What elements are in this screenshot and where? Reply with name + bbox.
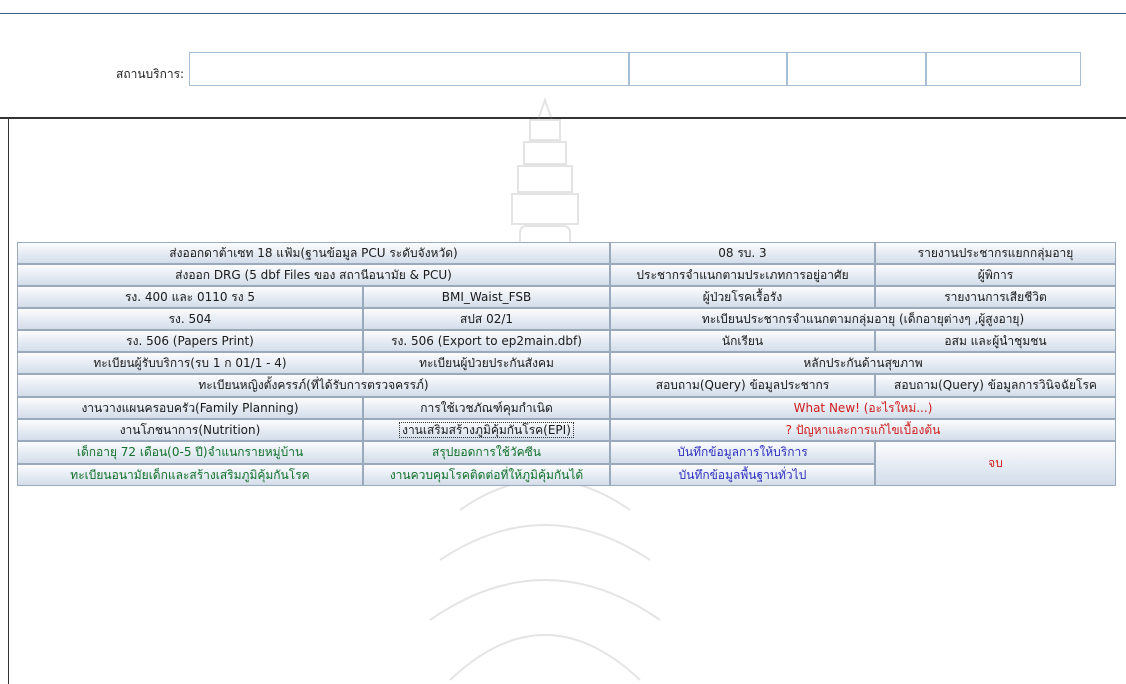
button-label: ประชากรจำแนกตามประเภทการอยู่อาศัย	[636, 268, 849, 282]
button-label: เด็กอายุ 72 เดือน(0-5 ปี)จำแนกรายหมู่บ้า…	[76, 445, 304, 459]
report-506-export-button[interactable]: รง. 506 (Export to ep2main.dbf)	[363, 330, 610, 352]
button-label: What New! (อะไรใหม่...)	[793, 401, 933, 415]
whats-new-button[interactable]: What New! (อะไรใหม่...)	[610, 397, 1116, 419]
service-label: สถานบริการ:	[116, 67, 185, 81]
social-security-patients-button[interactable]: ทะเบียนผู้ป่วยประกันสังคม	[363, 352, 610, 374]
button-label: ส่งออกดาต้าเซท 18 แฟ้ม(ฐานข้อมูล PCU ระด…	[169, 246, 458, 260]
record-service-data-button[interactable]: บันทึกข้อมูลการให้บริการ	[610, 441, 875, 464]
exit-button[interactable]: จบ	[875, 441, 1116, 486]
record-basic-data-button[interactable]: บันทึกข้อมูลพื้นฐานทั่วไป	[610, 464, 875, 486]
contraceptive-supplies-button[interactable]: การใช้เวชภัณฑ์คุมกำเนิด	[363, 397, 610, 419]
report-08-rb3-button[interactable]: 08 รบ. 3	[610, 242, 875, 264]
button-label: งานควบคุมโรคติดต่อที่ให้ภูมิคุ้มกันได้	[389, 468, 584, 482]
button-label: ทะเบียนผู้รับบริการ(รบ 1 ก 01/1 - 4)	[93, 356, 287, 370]
population-by-residence-button[interactable]: ประชากรจำแนกตามประเภทการอยู่อาศัย	[610, 264, 875, 286]
button-label: นักเรียน	[721, 334, 764, 348]
button-label: บันทึกข้อมูลพื้นฐานทั่วไป	[678, 468, 807, 482]
button-label: รง. 506 (Export to ep2main.dbf)	[391, 334, 582, 348]
button-label: หลักประกันด้านสุขภาพ	[803, 356, 923, 370]
epi-immunization-button[interactable]: งานเสริมสร้างภูมิคุ้มกันโรค(EPI)	[363, 419, 610, 441]
chronic-patients-button[interactable]: ผู้ป่วยโรคเรื้อรัง	[610, 286, 875, 308]
button-label: BMI_Waist_FSB	[441, 290, 532, 304]
button-label: 08 รบ. 3	[718, 246, 767, 260]
button-label: ผู้ป่วยโรคเรื้อรัง	[702, 290, 783, 304]
button-label: การใช้เวชภัณฑ์คุมกำเนิด	[420, 401, 553, 415]
button-label: งานเสริมสร้างภูมิคุ้มกันโรค(EPI)	[399, 422, 574, 438]
button-label: ทะเบียนหญิงตั้งครรภ์(ที่ได้รับการตรวจครร…	[198, 378, 429, 392]
export-18-files-button[interactable]: ส่งออกดาต้าเซท 18 แฟ้ม(ฐานข้อมูล PCU ระด…	[17, 242, 610, 264]
children-72-months-button[interactable]: เด็กอายุ 72 เดือน(0-5 ปี)จำแนกรายหมู่บ้า…	[17, 441, 363, 464]
button-label: รง. 506 (Papers Print)	[126, 334, 254, 348]
service-field-2[interactable]	[629, 52, 787, 86]
button-label: รายงานประชากรแยกกลุ่มอายุ	[917, 246, 1074, 260]
disabled-persons-button[interactable]: ผู้พิการ	[875, 264, 1116, 286]
service-field-3[interactable]	[787, 52, 926, 86]
button-label: สปส 02/1	[459, 312, 514, 326]
death-report-button[interactable]: รายงานการเสียชีวิต	[875, 286, 1116, 308]
vaccine-preventable-disease-control-button[interactable]: งานควบคุมโรคติดต่อที่ให้ภูมิคุ้มกันได้	[363, 464, 610, 486]
button-label: สอบถาม(Query) ข้อมูลประชากร	[655, 378, 830, 392]
service-field-name[interactable]	[189, 52, 629, 86]
family-planning-button[interactable]: งานวางแผนครอบครัว(Family Planning)	[17, 397, 363, 419]
button-label: ทะเบียนผู้ป่วยประกันสังคม	[419, 356, 554, 370]
button-label: ผู้พิการ	[977, 268, 1014, 282]
service-field-4[interactable]	[926, 52, 1081, 86]
report-504-button[interactable]: รง. 504	[17, 308, 363, 330]
population-by-age-report-button[interactable]: รายงานประชากรแยกกลุ่มอายุ	[875, 242, 1116, 264]
button-label: ทะเบียนอนามัยเด็กและสร้างเสริมภูมิคุ้มกั…	[70, 468, 310, 482]
export-drg-button[interactable]: ส่งออก DRG (5 dbf Files ของ สถานีอนามัย …	[17, 264, 610, 286]
troubleshooting-button[interactable]: ? ปัญหาและการแก้ไขเบื้องต้น	[610, 419, 1116, 441]
button-label: สอบถาม(Query) ข้อมูลการวินิจฉัยโรค	[894, 378, 1097, 392]
pregnant-women-registry-button[interactable]: ทะเบียนหญิงตั้งครรภ์(ที่ได้รับการตรวจครร…	[17, 374, 610, 397]
button-label: บันทึกข้อมูลการให้บริการ	[677, 445, 808, 459]
button-label: งานโภชนาการ(Nutrition)	[119, 423, 261, 437]
button-label: จบ	[988, 456, 1003, 470]
button-label: ทะเบียนประชากรจำแนกตามกลุ่มอายุ (เด็กอาย…	[701, 312, 1025, 326]
child-health-immunization-registry-button[interactable]: ทะเบียนอนามัยเด็กและสร้างเสริมภูมิคุ้มกั…	[17, 464, 363, 486]
population-registry-by-age-button[interactable]: ทะเบียนประชากรจำแนกตามกลุ่มอายุ (เด็กอาย…	[610, 308, 1116, 330]
students-button[interactable]: นักเรียน	[610, 330, 875, 352]
report-506-print-button[interactable]: รง. 506 (Papers Print)	[17, 330, 363, 352]
button-label: รายงานการเสียชีวิต	[944, 290, 1047, 304]
button-label: ? ปัญหาและการแก้ไขเบื้องต้น	[785, 423, 941, 437]
button-label: งานวางแผนครอบครัว(Family Planning)	[81, 401, 299, 415]
button-label: รง. 400 และ 0110 รง 5	[124, 290, 256, 304]
health-insurance-button[interactable]: หลักประกันด้านสุขภาพ	[610, 352, 1116, 374]
query-diagnosis-button[interactable]: สอบถาม(Query) ข้อมูลการวินิจฉัยโรค	[875, 374, 1116, 397]
volunteers-leaders-button[interactable]: อสม และผู้นำชุมชน	[875, 330, 1116, 352]
query-population-button[interactable]: สอบถาม(Query) ข้อมูลประชากร	[610, 374, 875, 397]
report-400-0110-button[interactable]: รง. 400 และ 0110 รง 5	[17, 286, 363, 308]
bmi-waist-fsb-button[interactable]: BMI_Waist_FSB	[363, 286, 610, 308]
button-label: รง. 504	[168, 312, 212, 326]
nutrition-button[interactable]: งานโภชนาการ(Nutrition)	[17, 419, 363, 441]
button-label: อสม และผู้นำชุมชน	[944, 334, 1047, 348]
vaccine-usage-summary-button[interactable]: สรุปยอดการใช้วัคซีน	[363, 441, 610, 464]
service-recipients-registry-button[interactable]: ทะเบียนผู้รับบริการ(รบ 1 ก 01/1 - 4)	[17, 352, 363, 374]
sps-02-1-button[interactable]: สปส 02/1	[363, 308, 610, 330]
button-label: สรุปยอดการใช้วัคซีน	[432, 445, 541, 459]
button-label: ส่งออก DRG (5 dbf Files ของ สถานีอนามัย …	[175, 268, 452, 282]
